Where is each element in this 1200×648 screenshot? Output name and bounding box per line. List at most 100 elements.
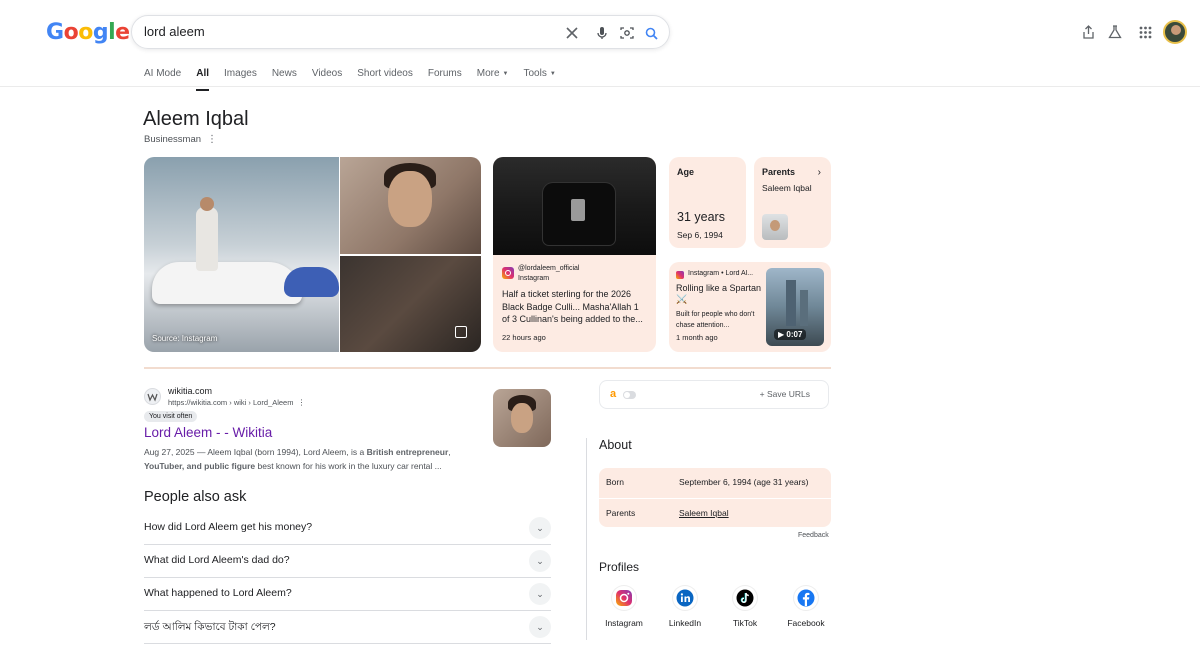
reel-thumbnail[interactable]: ▶ 0:07 [766, 268, 824, 346]
feedback-link[interactable]: Feedback [798, 532, 829, 539]
logo-letter: G [46, 20, 64, 45]
search-icon[interactable] [642, 24, 660, 42]
entity-subtitle: Businessman ⋮ [144, 134, 217, 145]
profiles-title: Profiles [599, 560, 640, 574]
paa-question[interactable]: What did Lord Aleem's dad do? ⌄ [144, 545, 551, 578]
tab-label: Videos [311, 68, 343, 79]
tab-more[interactable]: More ▼ [477, 68, 509, 85]
profile-tiktok[interactable]: TikTok [715, 586, 775, 628]
age-label: Age [677, 167, 695, 177]
tab-tools[interactable]: Tools ▼ [524, 68, 556, 85]
entity-title: Aleem Iqbal [143, 108, 249, 130]
apps-grid-icon[interactable] [1136, 23, 1154, 41]
snippet-highlight: YouTuber, and public figure [144, 461, 256, 471]
age-card[interactable]: Age 31 years Sep 6, 1994 [669, 157, 746, 248]
share-icon[interactable] [1079, 23, 1097, 41]
paa-question[interactable]: How did Lord Aleem get his money? ⌄ [144, 512, 551, 545]
mic-icon[interactable] [593, 24, 611, 42]
instagram-icon [676, 271, 684, 279]
tab-forums[interactable]: Forums [428, 68, 462, 85]
about-row-born: Born September 6, 1994 (age 31 years) [599, 468, 831, 497]
post-text: Half a ticket sterling for the 2026 Blac… [502, 289, 643, 324]
about-key: Parents [606, 508, 636, 518]
result-site-name[interactable]: wikitia.com [168, 386, 212, 396]
panel-divider [586, 438, 587, 640]
labs-icon[interactable] [1106, 23, 1124, 41]
gallery-icon[interactable] [455, 326, 467, 338]
person-shape [196, 207, 218, 271]
tab-ai-mode[interactable]: AI Mode [144, 68, 181, 85]
post-platform: Instagram [518, 275, 550, 282]
instagram-post-card[interactable]: @lordaleem_official Instagram Half a tic… [493, 157, 656, 352]
toggle-switch[interactable] [623, 391, 636, 399]
result-url: https://wikitia.com › wiki › Lord_Aleem … [168, 398, 305, 407]
parents-card[interactable]: Parents › Saleem Iqbal [754, 157, 831, 248]
reel-description: Built for people who don't chase attenti… [676, 311, 755, 329]
play-icon: ▶ [778, 330, 785, 339]
search-tabs: AI Mode All Images News Videos Short vid… [144, 68, 571, 91]
profile-label: Facebook [787, 618, 825, 628]
result-snippet: Aug 27, 2025 — Aleem Iqbal (born 1994), … [144, 445, 474, 473]
photo-source-label: Source: Instagram [152, 334, 218, 343]
tab-short-videos[interactable]: Short videos [357, 68, 413, 85]
result-url-text[interactable]: https://wikitia.com › wiki › Lord_Aleem [168, 398, 293, 407]
paa-question[interactable]: What happened to Lord Aleem? ⌄ [144, 578, 551, 611]
post-handle-text: @lordaleem_official [518, 265, 580, 272]
parent-name: Saleem Iqbal [762, 183, 812, 193]
chevron-down-icon[interactable]: ⌄ [529, 517, 551, 539]
chevron-down-icon[interactable]: ⌄ [529, 550, 551, 572]
instagram-reel-card[interactable]: Instagram • Lord Al... Rolling like a Sp… [669, 262, 831, 352]
instagram-icon [502, 267, 514, 279]
account-avatar[interactable] [1163, 20, 1187, 44]
search-box [131, 15, 670, 49]
entity-photo-indoor[interactable] [340, 256, 481, 352]
paa-question[interactable]: লর্ড আলিম কিভাবে টাকা পেল? ⌄ [144, 611, 551, 644]
tab-all[interactable]: All [196, 68, 209, 91]
paa-question-text: What did Lord Aleem's dad do? [144, 554, 290, 566]
tab-label: News [271, 68, 297, 79]
camera-icon[interactable] [618, 24, 636, 42]
tab-news[interactable]: News [272, 68, 297, 85]
header-divider [0, 86, 1200, 87]
entity-photo-main[interactable]: Source: Instagram [144, 157, 339, 352]
reel-source: Instagram • Lord Al... [688, 270, 754, 277]
result-title-link[interactable]: Lord Aleem - - Wikitia [144, 425, 272, 440]
tab-images[interactable]: Images [224, 68, 257, 85]
result-thumbnail[interactable] [493, 389, 551, 447]
section-divider [144, 367, 831, 369]
duration-text: 0:07 [786, 330, 803, 339]
entity-photo-portrait[interactable] [340, 157, 481, 254]
snippet-text: , [448, 447, 451, 457]
profile-instagram[interactable]: Instagram [594, 586, 654, 628]
save-urls-bar: a + Save URLs [599, 380, 829, 409]
tab-label: Forums [427, 68, 462, 79]
facebook-icon [794, 586, 818, 610]
tab-label: Tools [523, 68, 547, 79]
linkedin-icon [673, 586, 697, 610]
more-options-icon[interactable]: ⋮ [207, 134, 217, 145]
profile-facebook[interactable]: Facebook [776, 586, 836, 628]
paa-question-text: What happened to Lord Aleem? [144, 587, 292, 599]
chevron-down-icon[interactable]: ⌄ [529, 583, 551, 605]
person-head-shape [200, 197, 214, 211]
building-shape [786, 280, 796, 326]
profile-linkedin[interactable]: LinkedIn [655, 586, 715, 628]
save-urls-label: Save URLs [767, 389, 810, 399]
clear-icon[interactable] [563, 24, 581, 42]
parent-link[interactable]: Saleem Iqbal [679, 508, 729, 518]
more-options-icon[interactable]: ⋮ [297, 398, 305, 407]
chevron-down-icon[interactable]: ⌄ [529, 616, 551, 638]
video-duration: ▶ 0:07 [774, 329, 807, 340]
result-date: Aug 27, 2025 [144, 447, 195, 457]
caret-down-icon: ▼ [549, 70, 556, 77]
save-urls-button[interactable]: + Save URLs [760, 389, 810, 399]
building-shape [800, 290, 808, 326]
people-also-ask-title: People also ask [144, 489, 247, 505]
car-shape [284, 267, 339, 297]
about-key: Born [606, 477, 624, 487]
tab-videos[interactable]: Videos [312, 68, 342, 85]
logo-letter: o [63, 20, 79, 45]
search-input[interactable] [144, 24, 524, 39]
google-logo[interactable]: Google [46, 20, 130, 45]
entity-type: Businessman [144, 134, 202, 145]
